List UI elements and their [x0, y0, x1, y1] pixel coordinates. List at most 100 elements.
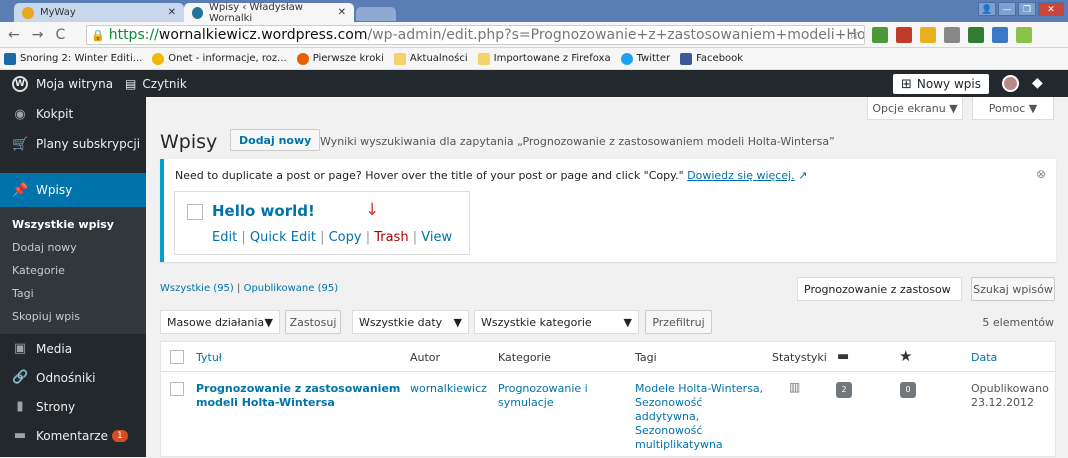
- close-window-icon[interactable]: ✕: [1038, 2, 1064, 16]
- separator: |: [237, 283, 241, 294]
- bookmark-item[interactable]: Facebook: [680, 52, 744, 65]
- post-title-line: modeli Holta-Wintersa: [196, 396, 335, 409]
- stats-chart-icon[interactable]: ▥: [789, 380, 800, 394]
- table-header: Tytuł Autor Kategorie Tagi Statystyki ▬ …: [161, 342, 1055, 372]
- notifications-icon[interactable]: ◆: [1032, 75, 1043, 91]
- categories-select[interactable]: Wszystkie kategorie ▼: [474, 310, 639, 334]
- wordpress-favicon-icon: [192, 6, 203, 19]
- bookmark-label: Onet - informacje, roz...: [168, 53, 287, 64]
- extensions-bar: [872, 27, 1032, 43]
- author-link[interactable]: wornalkiewicz: [410, 382, 487, 396]
- sidebar-item-links[interactable]: 🔗 Odnośniki: [0, 363, 146, 392]
- youtube-extension-icon[interactable]: [896, 27, 912, 43]
- filter-published-link[interactable]: Opublikowane (95): [244, 283, 339, 294]
- submenu-all-posts[interactable]: Wszystkie wpisy: [0, 213, 146, 236]
- close-tab-icon[interactable]: ✕: [168, 7, 176, 18]
- address-toolbar: ← → C 🔒 https:// wornalkiewicz.wordpress…: [0, 22, 1068, 48]
- select-all-checkbox[interactable]: [170, 350, 184, 364]
- extension-icon[interactable]: [992, 27, 1008, 43]
- dollar-extension-icon[interactable]: [872, 27, 888, 43]
- submenu-tags[interactable]: Tagi: [0, 282, 146, 305]
- link-icon: 🔗: [12, 370, 29, 385]
- dates-select[interactable]: Wszystkie daty ▼: [352, 310, 469, 334]
- bookmark-item[interactable]: Twitter: [620, 52, 670, 65]
- wp-admin-bar: W Moja witryna ▤ Czytnik ⊞ Nowy wpis ◆: [0, 70, 1068, 97]
- back-icon[interactable]: ←: [8, 27, 20, 43]
- reload-icon[interactable]: C: [55, 27, 65, 43]
- learn-more-link[interactable]: Dowiedz się więcej.: [687, 169, 795, 182]
- onet-icon: [152, 52, 165, 65]
- help-button[interactable]: Pomoc ▼: [972, 97, 1054, 120]
- profile-icon[interactable]: 👤: [978, 2, 996, 16]
- bookmark-star-icon[interactable]: ☆: [847, 27, 860, 43]
- screen-options-button[interactable]: Opcje ekranu ▼: [867, 97, 963, 120]
- bookmark-label: Facebook: [696, 53, 744, 64]
- submenu-copy-post[interactable]: Skopiuj wpis: [0, 305, 146, 328]
- reader-link[interactable]: ▤ Czytnik: [125, 77, 187, 91]
- sidebar-item-kokpit[interactable]: ◉ Kokpit: [0, 97, 146, 131]
- sidebar-item-media[interactable]: ▣ Media: [0, 334, 146, 363]
- maximize-icon[interactable]: ❐: [1018, 2, 1036, 16]
- reader-icon: ▤: [125, 76, 137, 91]
- sidebar-item-comments[interactable]: ▬ Komentarze 1: [0, 421, 146, 450]
- submenu-add-new[interactable]: Dodaj nowy: [0, 236, 146, 259]
- tag-link[interactable]: Sezonowość: [635, 424, 702, 437]
- browser-tab-wpisy[interactable]: Wpisy ‹ Władysław Wornalki ✕: [184, 2, 354, 24]
- submenu-categories[interactable]: Kategorie: [0, 259, 146, 282]
- tag-link[interactable]: Sezonowość: [635, 396, 702, 409]
- my-site-link[interactable]: W Moja witryna: [12, 75, 113, 92]
- sidebar-item-wpisy[interactable]: 📌 Wpisy: [0, 173, 146, 207]
- tags-list[interactable]: Modele Holta-Wintersa, Sezonowość addyty…: [635, 382, 765, 452]
- pending-count-bubble[interactable]: 0: [900, 382, 916, 398]
- search-input[interactable]: Prognozowanie z zastosow: [797, 277, 962, 301]
- bookmark-item[interactable]: Pierwsze kroki: [296, 52, 384, 65]
- sidebar-item-plany[interactable]: 🛒 Plany subskrypcji: [0, 131, 146, 173]
- pin-icon: 📌: [12, 182, 29, 198]
- page-title: Wpisy: [160, 131, 218, 153]
- bookmark-item[interactable]: Snoring 2: Winter Editi...: [4, 52, 142, 65]
- comments-icon[interactable]: ▬: [837, 349, 849, 364]
- extension-icon[interactable]: [968, 27, 984, 43]
- filter-button[interactable]: Przefiltruj: [645, 310, 712, 334]
- browser-tab-myway[interactable]: MyWay ✕: [14, 3, 184, 22]
- write-icon: ⊞: [901, 76, 912, 92]
- new-tab-button[interactable]: [356, 7, 396, 21]
- tag-link[interactable]: multiplikatywna: [635, 438, 723, 451]
- admin-sidebar: ◉ Kokpit 🛒 Plany subskrypcji 📌 Wpisy Wszyst…: [0, 97, 146, 457]
- extension-icon[interactable]: [920, 27, 936, 43]
- bulk-actions-select[interactable]: Masowe działania ▼: [160, 310, 280, 334]
- apply-button[interactable]: Zastosuj: [285, 310, 341, 334]
- window-controls: 👤 — ❐ ✕: [978, 2, 1064, 16]
- sidebar-item-pages[interactable]: ▮ Strony: [0, 392, 146, 421]
- forward-icon[interactable]: →: [32, 27, 44, 43]
- column-date[interactable]: Data: [971, 351, 997, 364]
- comment-count-bubble[interactable]: 2: [836, 382, 852, 398]
- category-link[interactable]: Prognozowanie i symulacje: [498, 382, 588, 410]
- bookmark-item[interactable]: Aktualności: [393, 52, 468, 65]
- dismiss-icon[interactable]: ⊗: [1036, 167, 1046, 181]
- avatar[interactable]: [1002, 75, 1019, 92]
- post-title-link[interactable]: Prognozowanie z zastosowaniem modeli Holt…: [196, 382, 400, 410]
- tag-link[interactable]: addytywna,: [635, 410, 699, 423]
- url-bar[interactable]: 🔒 https:// wornalkiewicz.wordpress.com /…: [86, 25, 865, 45]
- extension-icon[interactable]: [1016, 27, 1032, 43]
- row-checkbox[interactable]: [170, 382, 184, 396]
- separator: |: [241, 230, 250, 245]
- categories-value: Wszystkie kategorie: [481, 315, 592, 329]
- filter-all-link[interactable]: Wszystkie (95): [160, 283, 234, 294]
- column-title[interactable]: Tytuł: [196, 351, 222, 364]
- column-tags: Tagi: [635, 351, 657, 364]
- minimize-icon[interactable]: —: [998, 2, 1016, 16]
- cart-icon: 🛒: [12, 137, 29, 152]
- search-posts-button[interactable]: Szukaj wpisów: [971, 277, 1055, 301]
- bookmark-item[interactable]: Onet - informacje, roz...: [152, 52, 287, 65]
- arrow-down-icon: ↓: [365, 200, 380, 220]
- add-new-post-button[interactable]: Dodaj nowy: [230, 129, 321, 151]
- tag-link[interactable]: Modele Holta-Wintersa,: [635, 382, 763, 395]
- new-post-button[interactable]: ⊞ Nowy wpis: [893, 74, 989, 94]
- close-tab-icon[interactable]: ✕: [338, 7, 346, 18]
- bookmark-item[interactable]: Importowane z Firefoxa: [477, 52, 611, 65]
- demo-checkbox: [187, 204, 203, 220]
- extension-icon[interactable]: [944, 27, 960, 43]
- bookmarks-bar: Snoring 2: Winter Editi... Onet - inform…: [0, 48, 1068, 70]
